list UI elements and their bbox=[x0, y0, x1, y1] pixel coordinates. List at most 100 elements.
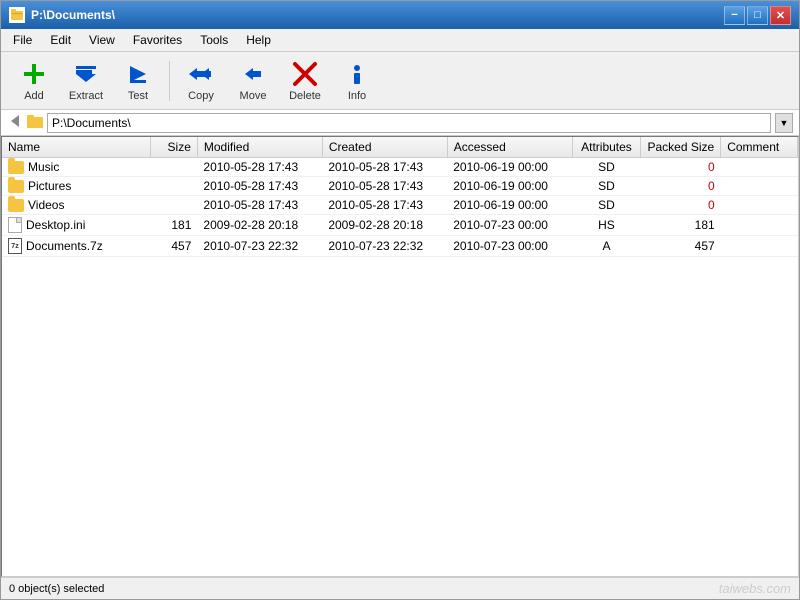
col-header-size[interactable]: Size bbox=[150, 137, 197, 158]
address-folder-icon bbox=[27, 114, 43, 131]
file-created: 2010-05-28 17:43 bbox=[322, 177, 447, 196]
file-comment bbox=[721, 236, 798, 257]
file-size bbox=[150, 196, 197, 215]
archive-file-icon: 7z bbox=[8, 238, 22, 254]
test-button[interactable]: Test bbox=[113, 57, 163, 105]
table-row[interactable]: Videos2010-05-28 17:432010-05-28 17:4320… bbox=[2, 196, 798, 215]
file-size: 457 bbox=[150, 236, 197, 257]
col-header-attributes[interactable]: Attributes bbox=[572, 137, 641, 158]
file-attributes: HS bbox=[572, 215, 641, 236]
navigate-back-icon[interactable] bbox=[7, 113, 23, 132]
file-modified: 2010-05-28 17:43 bbox=[197, 196, 322, 215]
extract-button[interactable]: Extract bbox=[61, 57, 111, 105]
title-bar-left: P:\Documents\ bbox=[9, 7, 115, 23]
file-accessed: 2010-07-23 00:00 bbox=[447, 215, 572, 236]
menu-edit[interactable]: Edit bbox=[42, 31, 79, 49]
col-header-accessed[interactable]: Accessed bbox=[447, 137, 572, 158]
test-icon bbox=[124, 60, 152, 88]
col-header-name[interactable]: Name bbox=[2, 137, 150, 158]
maximize-button[interactable]: □ bbox=[747, 6, 768, 25]
table-row[interactable]: Pictures2010-05-28 17:432010-05-28 17:43… bbox=[2, 177, 798, 196]
file-size: 181 bbox=[150, 215, 197, 236]
file-name-cell: 7z Documents.7z bbox=[2, 236, 150, 257]
col-header-created[interactable]: Created bbox=[322, 137, 447, 158]
menu-tools[interactable]: Tools bbox=[192, 31, 236, 49]
file-packed-size: 0 bbox=[641, 177, 721, 196]
col-header-modified[interactable]: Modified bbox=[197, 137, 322, 158]
table-row[interactable]: 7zDocuments.7z4572010-07-23 22:322010-07… bbox=[2, 236, 798, 257]
file-packed-size: 457 bbox=[641, 236, 721, 257]
file-attributes: SD bbox=[572, 177, 641, 196]
ini-file-icon bbox=[8, 217, 22, 233]
file-created: 2010-05-28 17:43 bbox=[322, 196, 447, 215]
test-label: Test bbox=[128, 90, 148, 102]
file-accessed: 2010-06-19 00:00 bbox=[447, 177, 572, 196]
title-controls: − □ ✕ bbox=[724, 6, 791, 25]
extract-label: Extract bbox=[69, 90, 103, 102]
file-comment bbox=[721, 215, 798, 236]
file-name: Desktop.ini bbox=[26, 218, 85, 232]
add-label: Add bbox=[24, 90, 44, 102]
add-icon bbox=[20, 60, 48, 88]
file-created: 2010-05-28 17:43 bbox=[322, 158, 447, 177]
table-header: Name Size Modified Created Accessed Attr… bbox=[2, 137, 798, 158]
file-name-cell: Music bbox=[2, 158, 150, 177]
file-created: 2010-07-23 22:32 bbox=[322, 236, 447, 257]
file-comment bbox=[721, 177, 798, 196]
menu-file[interactable]: File bbox=[5, 31, 40, 49]
file-size bbox=[150, 177, 197, 196]
copy-label: Copy bbox=[188, 90, 214, 102]
file-name-cell: Videos bbox=[2, 196, 150, 215]
move-label: Move bbox=[240, 90, 267, 102]
file-name: Pictures bbox=[28, 179, 71, 193]
file-list-area[interactable]: Name Size Modified Created Accessed Attr… bbox=[1, 136, 799, 577]
window-title: P:\Documents\ bbox=[31, 8, 115, 22]
file-accessed: 2010-07-23 00:00 bbox=[447, 236, 572, 257]
address-bar: ▼ bbox=[1, 110, 799, 136]
address-dropdown[interactable]: ▼ bbox=[775, 113, 793, 133]
table-row[interactable]: Music2010-05-28 17:432010-05-28 17:43201… bbox=[2, 158, 798, 177]
table-row[interactable]: Desktop.ini1812009-02-28 20:182009-02-28… bbox=[2, 215, 798, 236]
status-text: 0 object(s) selected bbox=[9, 583, 104, 595]
menu-view[interactable]: View bbox=[81, 31, 123, 49]
minimize-button[interactable]: − bbox=[724, 6, 745, 25]
file-packed-size: 181 bbox=[641, 215, 721, 236]
main-window: P:\Documents\ − □ ✕ File Edit View Favor… bbox=[0, 0, 800, 600]
file-accessed: 2010-06-19 00:00 bbox=[447, 196, 572, 215]
folder-icon bbox=[8, 180, 24, 193]
file-attributes: SD bbox=[572, 196, 641, 215]
file-comment bbox=[721, 196, 798, 215]
delete-label: Delete bbox=[289, 90, 321, 102]
folder-icon bbox=[8, 199, 24, 212]
copy-button[interactable]: Copy bbox=[176, 57, 226, 105]
status-bar: 0 object(s) selected taiwebs.com bbox=[1, 577, 799, 599]
file-name: Videos bbox=[28, 198, 64, 212]
app-icon bbox=[9, 7, 25, 23]
file-name: Documents.7z bbox=[26, 239, 103, 253]
col-header-comment[interactable]: Comment bbox=[721, 137, 798, 158]
watermark: taiwebs.com bbox=[719, 581, 791, 596]
address-input[interactable] bbox=[47, 113, 771, 133]
toolbar-separator bbox=[169, 61, 170, 101]
file-modified: 2010-05-28 17:43 bbox=[197, 158, 322, 177]
move-button[interactable]: Move bbox=[228, 57, 278, 105]
file-attributes: SD bbox=[572, 158, 641, 177]
file-size bbox=[150, 158, 197, 177]
info-button[interactable]: Info bbox=[332, 57, 382, 105]
col-header-packed-size[interactable]: Packed Size bbox=[641, 137, 721, 158]
file-name-cell: Desktop.ini bbox=[2, 215, 150, 236]
file-accessed: 2010-06-19 00:00 bbox=[447, 158, 572, 177]
extract-icon bbox=[72, 60, 100, 88]
toolbar: Add Extract Test bbox=[1, 52, 799, 110]
close-button[interactable]: ✕ bbox=[770, 6, 791, 25]
menu-help[interactable]: Help bbox=[238, 31, 279, 49]
delete-icon bbox=[291, 60, 319, 88]
add-button[interactable]: Add bbox=[9, 57, 59, 105]
file-modified: 2010-07-23 22:32 bbox=[197, 236, 322, 257]
file-packed-size: 0 bbox=[641, 158, 721, 177]
file-table: Name Size Modified Created Accessed Attr… bbox=[2, 137, 798, 257]
delete-button[interactable]: Delete bbox=[280, 57, 330, 105]
menu-bar: File Edit View Favorites Tools Help bbox=[1, 29, 799, 52]
file-name-cell: Pictures bbox=[2, 177, 150, 196]
menu-favorites[interactable]: Favorites bbox=[125, 31, 190, 49]
